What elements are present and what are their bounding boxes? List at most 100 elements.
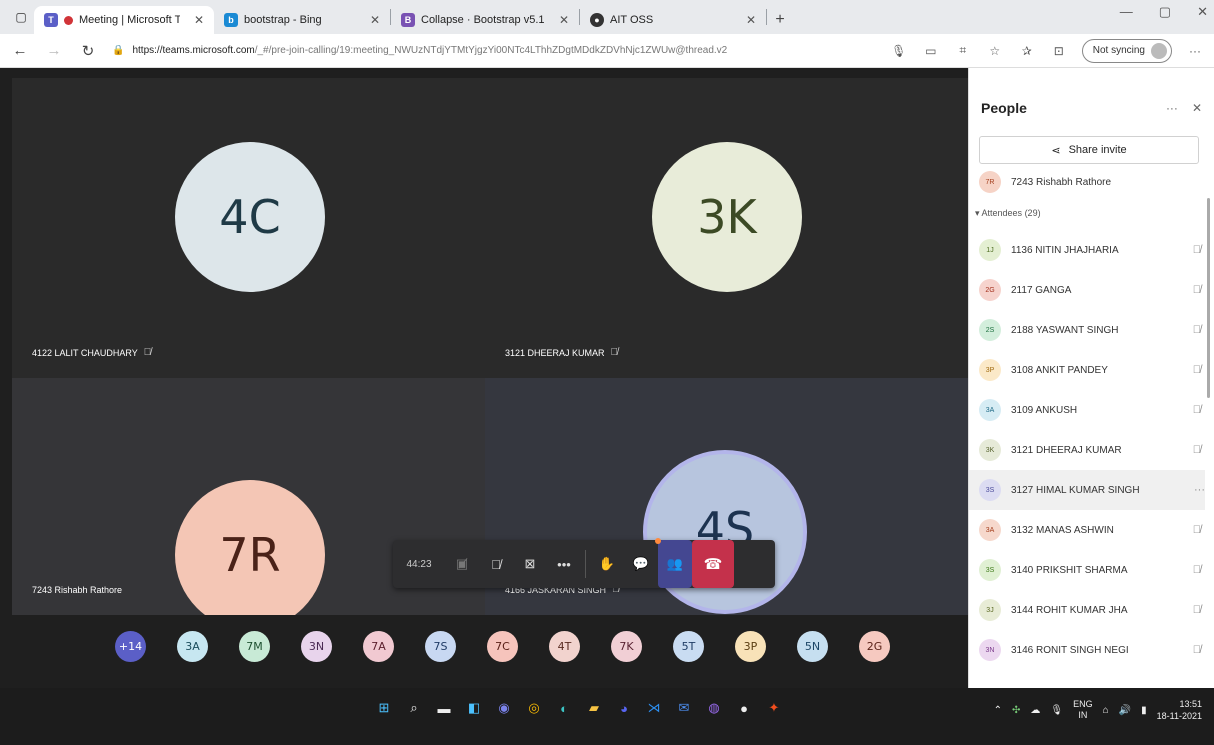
participant-chip[interactable]: 7K [611,631,642,662]
app-icon[interactable]: ● [732,696,756,720]
close-tab-icon[interactable]: ✕ [362,13,380,27]
battery-icon[interactable]: ▮ [1141,705,1147,716]
participant-chip[interactable]: 4T [549,631,580,662]
raise-hand-icon[interactable]: ✋ [590,540,624,588]
attendee-row[interactable]: 2G 2117 GANGA 🎙̸ [979,270,1201,310]
maximize-icon[interactable]: ▢ [1159,4,1171,20]
attendees-header-label: Attendees (29) [981,208,1041,218]
leave-call-icon[interactable]: ☎ [692,540,734,588]
teams-chat-icon[interactable]: ◉ [492,696,516,720]
more-icon[interactable]: ··· [1186,44,1204,58]
participant-chip[interactable]: 7M [239,631,270,662]
attendee-row[interactable]: 1J 1136 NITIN JHAJHARIA 🎙̸ [979,230,1201,270]
panel-scrollbar[interactable] [1207,198,1210,398]
search-icon[interactable]: ⌕ [402,696,426,720]
mail-icon[interactable]: ✉ [672,696,696,720]
attendee-row[interactable]: 3S 3140 PRIKSHIT SHARMA 🎙̸ [979,550,1201,590]
participant-chip[interactable]: 3N [301,631,332,662]
refresh-icon[interactable]: ↻ [78,42,98,60]
participant-chip[interactable]: 5T [673,631,704,662]
tray-app-icon[interactable]: ✣ [1012,705,1020,716]
file-explorer-icon[interactable]: ▰ [582,696,606,720]
more-options-icon[interactable]: ··· [1194,484,1205,496]
start-icon[interactable]: ⊞ [372,696,396,720]
tab-bootstrap[interactable]: B Collapse · Bootstrap v5.1 ✕ [391,6,579,34]
url-field[interactable]: 🔒 https://teams.microsoft.com/_#/pre-joi… [112,45,876,56]
attendee-row[interactable]: 3P 3108 ANKIT PANDEY 🎙̸ [979,350,1201,390]
close-tab-icon[interactable]: ✕ [738,13,756,27]
mic-off-button-icon[interactable]: 🎙̸ [479,540,513,588]
edge-icon[interactable]: ◐ [552,696,576,720]
share-invite-button[interactable]: ⋖ Share invite [979,136,1199,164]
figma-icon[interactable]: ✦ [762,696,786,720]
favorite-add-icon[interactable]: ☆ [986,44,1004,58]
vscode-icon[interactable]: ⋊ [642,696,666,720]
chat-icon[interactable]: 💬 [624,538,661,588]
microphone-icon[interactable]: 🎙 [1050,705,1063,716]
attendee-row[interactable]: 3A 3132 MANAS ASHWIN 🎙̸ [979,510,1201,550]
organizer-row[interactable]: 7R 7243 Rishabh Rathore [979,162,1201,202]
favorites-icon[interactable]: ✰ [1018,44,1036,58]
close-tab-icon[interactable]: ✕ [551,13,569,27]
participant-avatar: 3K [652,142,802,292]
close-tab-icon[interactable]: ✕ [186,13,204,27]
camera-off-icon[interactable]: ▣̸ [445,540,479,588]
collections-icon[interactable]: ⊡ [1050,44,1068,58]
share-screen-icon[interactable]: ⊠ [513,540,547,588]
minimize-icon[interactable]: — [1120,4,1133,20]
attendee-row[interactable]: 3N 3146 RONIT SINGH NEGI 🎙̸ [979,630,1201,670]
tab-teams[interactable]: T Meeting | Microsoft Teams ✕ [34,6,214,34]
attendee-row[interactable]: 3J 3144 ROHIT KUMAR JHA 🎙̸ [979,590,1201,630]
microphone-icon[interactable]: 🎙 [890,44,908,58]
widgets-icon[interactable]: ◧ [462,696,486,720]
participant-chip[interactable]: 2G [859,631,890,662]
mic-off-icon: 🎙̸ [1192,284,1201,296]
mic-off-icon: 🎙̸ [143,347,152,358]
attendees-header[interactable]: ▾ Attendees (29) [975,208,1041,219]
people-icon[interactable]: 👥 [658,540,692,588]
panel-header: People ··· ✕ [981,100,1202,116]
clock[interactable]: 13:51 18-11-2021 [1157,698,1202,722]
language-indicator[interactable]: ENG IN [1073,699,1093,721]
video-tile[interactable]: 4C 4122 LALIT CHAUDHARY 🎙̸ [12,78,485,378]
back-icon[interactable]: ← [10,42,30,59]
chevron-up-icon[interactable]: ⌃ [994,705,1002,716]
participant-chip[interactable]: 7S [425,631,456,662]
mic-off-icon: 🎙̸ [1192,364,1201,376]
task-view-icon[interactable]: ▬ [432,696,456,720]
participant-chip[interactable]: 3P [735,631,766,662]
new-tab-icon[interactable]: + [767,6,793,34]
panel-title: People [981,100,1027,116]
window-menu-icon[interactable]: ▢ [8,0,34,34]
discord-icon[interactable]: ◕ [612,696,636,720]
wifi-icon[interactable]: ⌂ [1103,705,1109,716]
app-icon[interactable]: ◍ [702,696,726,720]
attendee-row[interactable]: 3S 3127 HIMAL KUMAR SINGH ··· [969,470,1205,510]
participant-chip[interactable]: 7C [487,631,518,662]
chrome-icon[interactable]: ◎ [522,696,546,720]
attendee-row[interactable]: 2S 2188 YASWANT SINGH 🎙̸ [979,310,1201,350]
more-actions-icon[interactable]: ••• [547,540,581,588]
volume-icon[interactable]: 🔊 [1119,705,1131,716]
forward-icon[interactable]: → [44,42,64,59]
participant-chip[interactable]: +14 [115,631,146,662]
attendee-row[interactable]: 3A 3109 ANKUSH 🎙̸ [979,390,1201,430]
read-aloud-icon[interactable]: ▭ [922,44,940,58]
call-timer: 44:23 [406,558,432,570]
participant-avatar: 7R [175,480,325,615]
cloud-icon[interactable]: ☁ [1030,705,1040,716]
panel-close-icon[interactable]: ✕ [1192,101,1202,115]
participant-avatar: 3A [979,519,1001,541]
sync-button[interactable]: Not syncing [1081,38,1172,63]
panel-more-icon[interactable]: ··· [1166,101,1178,115]
participant-chip[interactable]: 5N [797,631,828,662]
tab-ait-oss[interactable]: ● AIT OSS ✕ [580,6,766,34]
participant-chip[interactable]: 3A [177,631,208,662]
participant-name-label: 3121 DHEERAJ KUMAR 🎙̸ [505,347,618,358]
participant-chip[interactable]: 7A [363,631,394,662]
tab-bing[interactable]: b bootstrap - Bing ✕ [214,6,390,34]
video-tile[interactable]: 3K 3121 DHEERAJ KUMAR 🎙̸ [485,78,968,378]
attendee-row[interactable]: 3K 3121 DHEERAJ KUMAR 🎙̸ [979,430,1201,470]
close-window-icon[interactable]: ✕ [1197,4,1208,20]
apps-icon[interactable]: ⌗ [954,43,972,58]
